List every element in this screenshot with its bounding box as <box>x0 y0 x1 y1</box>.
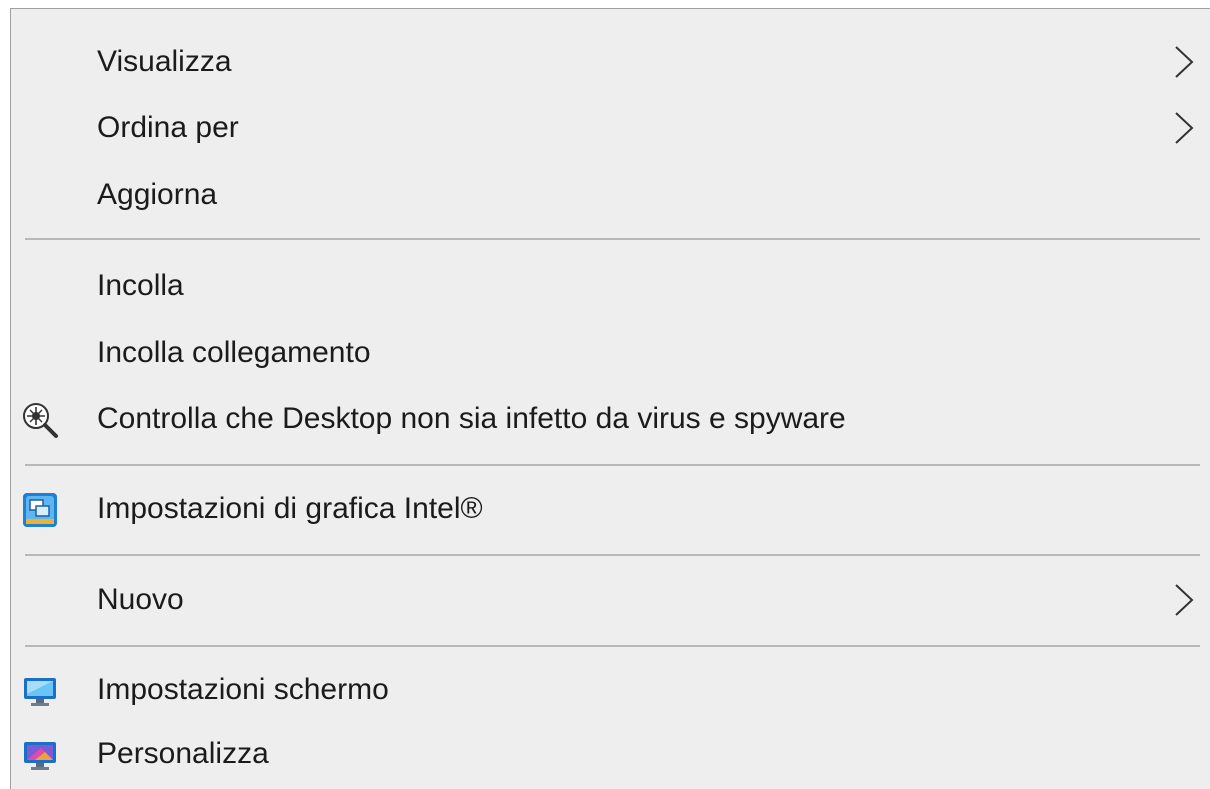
menu-separator <box>25 464 1200 466</box>
chevron-right-icon <box>1175 584 1194 616</box>
menu-item-personalizza[interactable]: Personalizza <box>11 721 1210 787</box>
menu-item-incolla-collegamento[interactable]: Incolla collegamento <box>11 320 1210 386</box>
menu-item-label: Incolla collegamento <box>97 336 371 369</box>
menu-item-label: Controlla che Desktop non sia infetto da… <box>97 402 846 435</box>
virus-scan-icon <box>23 403 58 438</box>
menu-item-virus-scan[interactable]: Controlla che Desktop non sia infetto da… <box>11 386 1210 452</box>
menu-item-label: Ordina per <box>97 111 239 144</box>
personalize-icon <box>24 742 56 770</box>
menu-item-label: Aggiorna <box>97 178 218 211</box>
menu-item-nuovo[interactable]: Nuovo <box>11 567 1210 633</box>
intel-graphics-icon <box>23 493 57 527</box>
menu-item-label: Incolla <box>97 269 184 302</box>
menu-item-aggiorna[interactable]: Aggiorna <box>11 162 1210 228</box>
menu-item-label: Impostazioni schermo <box>97 673 389 706</box>
display-settings-icon <box>24 678 56 706</box>
menu-item-label: Personalizza <box>97 737 269 770</box>
menu-separator <box>25 645 1200 647</box>
menu-item-label: Impostazioni di grafica Intel® <box>97 492 483 525</box>
menu-separator <box>25 238 1200 240</box>
menu-item-label: Nuovo <box>97 583 184 616</box>
menu-item-ordina-per[interactable]: Ordina per <box>11 95 1210 161</box>
menu-item-label: Visualizza <box>97 45 232 78</box>
desktop-context-menu: Visualizza Ordina per Aggiorna Incolla I… <box>10 8 1210 789</box>
menu-item-intel-graphics[interactable]: Impostazioni di grafica Intel® <box>11 476 1210 542</box>
menu-item-incolla[interactable]: Incolla <box>11 253 1210 319</box>
menu-item-impostazioni-schermo[interactable]: Impostazioni schermo <box>11 657 1210 723</box>
menu-item-visualizza[interactable]: Visualizza <box>11 29 1210 95</box>
chevron-right-icon <box>1175 112 1194 144</box>
menu-separator <box>25 554 1200 556</box>
chevron-right-icon <box>1175 46 1194 78</box>
